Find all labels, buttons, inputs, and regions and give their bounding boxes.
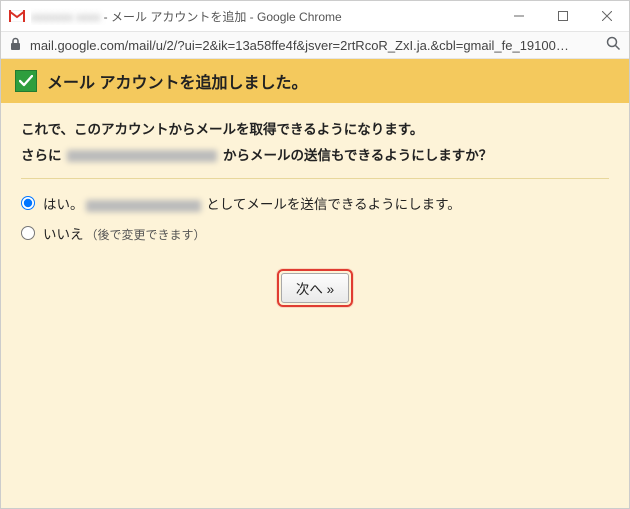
zoom-icon[interactable]: [606, 36, 621, 54]
checkmark-icon: [15, 70, 37, 92]
maximize-button[interactable]: [541, 1, 585, 31]
radio-no[interactable]: [21, 226, 35, 240]
option-yes-label: はい。 としてメールを送信できるようにします。: [43, 193, 461, 213]
radio-group: はい。 としてメールを送信できるようにします。 いいえ（後で変更できます）: [21, 193, 609, 243]
gmail-icon: [9, 10, 25, 22]
url-text[interactable]: mail.google.com/mail/u/2/?ui=2&ik=13a58f…: [30, 38, 598, 53]
option-yes[interactable]: はい。 としてメールを送信できるようにします。: [21, 193, 609, 213]
success-banner: メール アカウントを追加しました。: [1, 59, 629, 103]
radio-yes[interactable]: [21, 196, 35, 210]
next-button[interactable]: 次へ »: [281, 273, 349, 303]
browser-window: xxxxxxx xxxx - メール アカウントを追加 - Google Chr…: [0, 0, 630, 509]
option-no-label: いいえ（後で変更できます）: [43, 223, 206, 243]
redacted-email: [67, 150, 217, 162]
page-content: メール アカウントを追加しました。 これで、このアカウントからメールを取得できる…: [1, 59, 629, 508]
button-row: 次へ »: [21, 269, 609, 307]
next-button-highlight: 次へ »: [277, 269, 353, 307]
intro-line-2: さらに からメールの送信もできるようにしますか？: [21, 143, 609, 169]
intro-text: これで、このアカウントからメールを取得できるようになります。 さらに からメール…: [21, 117, 609, 168]
page-title: メール アカウントを追加しました。: [47, 69, 307, 93]
window-controls: [497, 1, 629, 31]
window-title: xxxxxxx xxxx - メール アカウントを追加 - Google Chr…: [31, 8, 497, 25]
address-bar: mail.google.com/mail/u/2/?ui=2&ik=13a58f…: [1, 31, 629, 59]
close-button[interactable]: [585, 1, 629, 31]
minimize-button[interactable]: [497, 1, 541, 31]
lock-icon: [9, 37, 22, 54]
titlebar: xxxxxxx xxxx - メール アカウントを追加 - Google Chr…: [1, 1, 629, 31]
redacted-text: xxxxxxx xxxx: [31, 10, 100, 24]
separator: [21, 178, 609, 179]
redacted-email: [86, 200, 201, 212]
option-no[interactable]: いいえ（後で変更できます）: [21, 223, 609, 243]
intro-line-1: これで、このアカウントからメールを取得できるようになります。: [21, 117, 609, 143]
